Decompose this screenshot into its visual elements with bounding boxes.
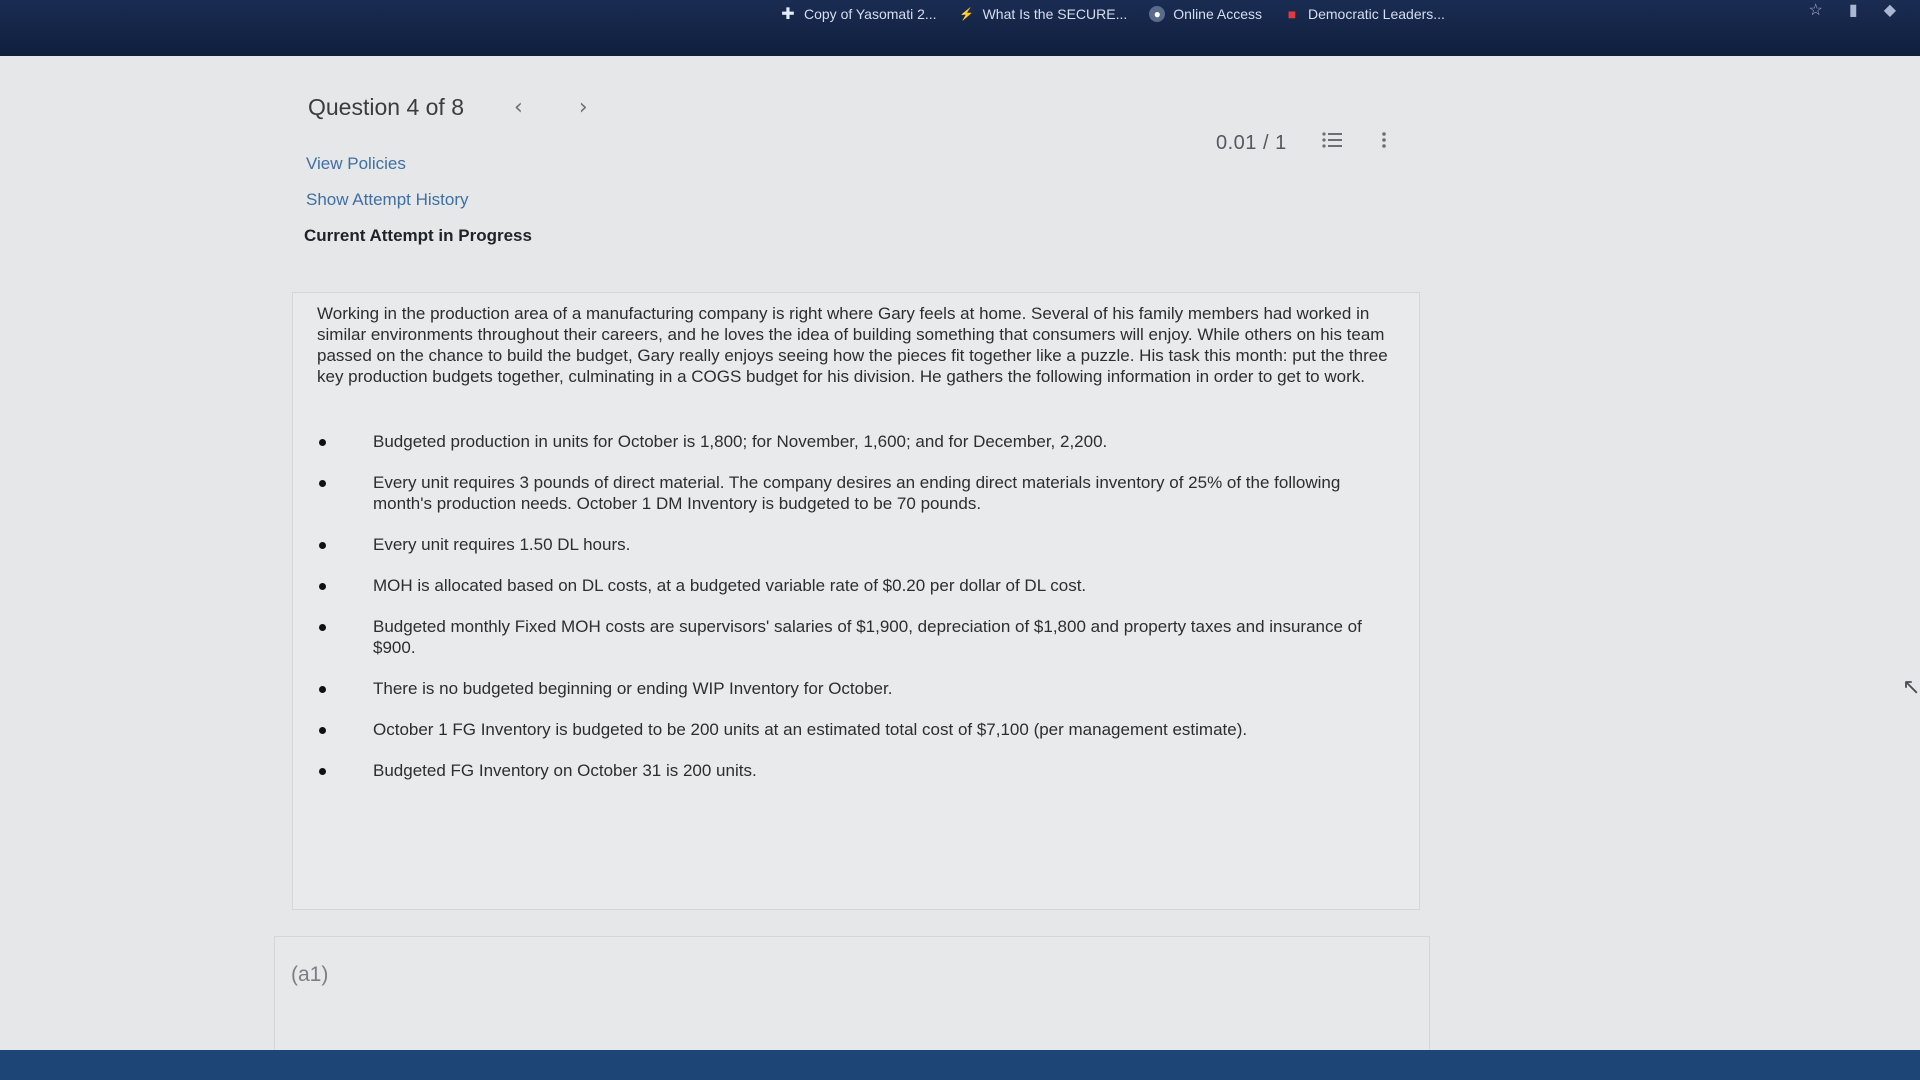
bullet-icon [319,439,326,446]
score-area: 0.01 / 1 [1216,130,1391,156]
bullet-text: MOH is allocated based on DL costs, at a… [373,576,1087,595]
next-question-button[interactable]: › [573,95,594,120]
list-item: Budgeted production in units for October… [319,431,1399,452]
browser-bookmarks-bar: ✚ Copy of Yasomati 2... ⚡ What Is the SE… [0,0,1920,56]
bookmarks-list: ✚ Copy of Yasomati 2... ⚡ What Is the SE… [780,2,1445,26]
bullet-text: Budgeted monthly Fixed MOH costs are sup… [373,617,1362,657]
bullet-text: October 1 FG Inventory is budgeted to be… [373,720,1248,739]
bookmark-label: Online Access [1173,6,1262,22]
question-content: Working in the production area of a manu… [292,292,1420,910]
screen: ✚ Copy of Yasomati 2... ⚡ What Is the SE… [0,0,1920,1080]
list-item: Every unit requires 1.50 DL hours. [319,534,1399,555]
part-label: (a1) [291,963,329,986]
flag-icon: ■ [1287,6,1297,22]
show-attempt-history-link[interactable]: Show Attempt History [306,190,469,210]
sidebar-icon[interactable]: ▮ [1849,0,1858,20]
bullet-icon [319,480,326,487]
bullet-text: Budgeted FG Inventory on October 31 is 2… [373,761,757,780]
list-item: Every unit requires 3 pounds of direct m… [319,472,1399,514]
bullet-icon [319,768,326,775]
question-page: Question 4 of 8 ‹ › 0.01 / 1 View Polici… [0,56,1920,1066]
bookmark-label: Democratic Leaders... [1308,6,1445,22]
bookmark-label: What Is the SECURE... [982,6,1128,22]
question-list-icon[interactable] [1317,130,1347,156]
previous-question-button[interactable]: ‹ [508,95,529,120]
bullet-icon [319,686,326,693]
bookmark-democratic-leaders[interactable]: ■ Democratic Leaders... [1284,6,1445,22]
question-header: Question 4 of 8 ‹ › [308,94,594,121]
view-policies-link[interactable]: View Policies [306,154,406,174]
star-icon[interactable]: ☆ [1809,0,1823,20]
question-score: 0.01 / 1 [1216,131,1287,154]
bullet-icon [319,583,326,590]
list-item: There is no budgeted beginning or ending… [319,678,1399,699]
plus-icon: ✚ [781,6,795,23]
bullet-text: Every unit requires 1.50 DL hours. [373,535,631,554]
bullet-icon [319,624,326,631]
bookmark-what-is-the-secure[interactable]: ⚡ What Is the SECURE... [959,6,1128,22]
attempt-status: Current Attempt in Progress [304,226,532,245]
extension-icon[interactable]: ◆ [1884,0,1896,20]
globe-icon: ● [1149,6,1166,22]
bookmark-online-access[interactable]: ● Online Access [1149,6,1262,22]
list-item: MOH is allocated based on DL costs, at a… [319,575,1399,596]
more-options-icon[interactable] [1377,130,1391,156]
list-item: October 1 FG Inventory is budgeted to be… [319,719,1399,740]
question-title: Question 4 of 8 [308,94,464,120]
list-item: Budgeted FG Inventory on October 31 is 2… [319,760,1399,781]
list-item: Budgeted monthly Fixed MOH costs are sup… [319,616,1399,658]
spark-icon: ⚡ [959,7,975,21]
taskbar [0,1050,1920,1080]
question-bullets: Budgeted production in units for October… [319,431,1399,801]
bookmark-copy-of-yasomati[interactable]: ✚ Copy of Yasomati 2... [780,6,937,23]
bullet-icon [319,727,326,734]
mouse-cursor-icon: ↖ [1902,674,1920,699]
question-text: Working in the production area of a manu… [317,304,1388,386]
bullet-text: Budgeted production in units for October… [373,432,1108,451]
bullet-text: There is no budgeted beginning or ending… [373,679,893,698]
answer-part-section: (a1) [274,936,1430,1066]
bookmark-label: Copy of Yasomati 2... [804,6,937,22]
bullet-icon [319,542,326,549]
bullet-text: Every unit requires 3 pounds of direct m… [373,473,1341,513]
browser-toolbar-icons: ☆ ▮ ◆ [1809,0,1896,20]
